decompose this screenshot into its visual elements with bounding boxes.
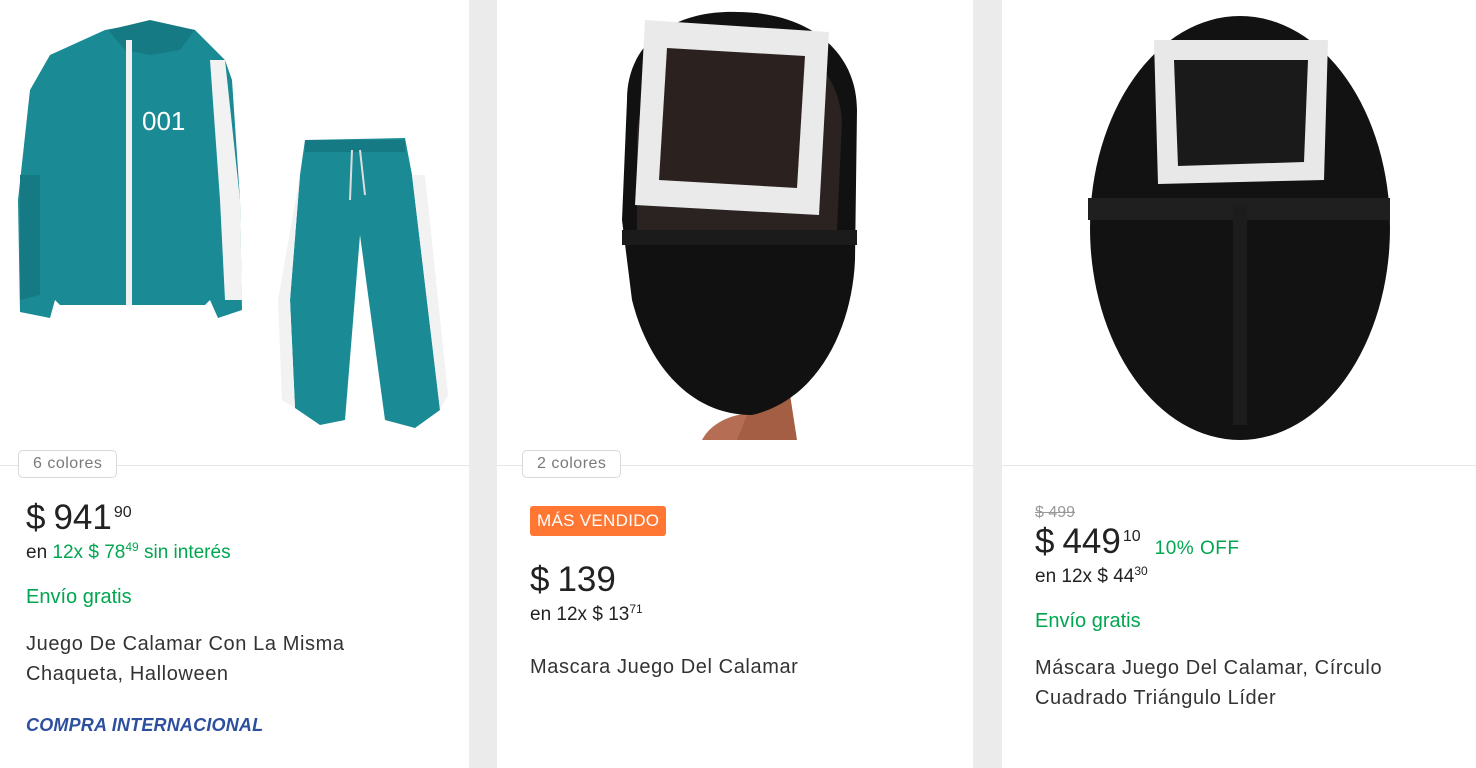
product-title-line-1[interactable]: Máscara Juego Del Calamar, Círculo [1035, 653, 1476, 683]
product-card-3[interactable]: $ 499 $ 449 10 10% OFF en 12x $ 4430 Env… [1002, 0, 1476, 768]
price: $ 449 10 10% OFF [1035, 522, 1476, 562]
product-title-line-1[interactable]: Juego De Calamar Con La Misma [26, 629, 469, 659]
installments-suffix: sin interés [143, 542, 231, 563]
price: $ 941 90 [26, 498, 469, 538]
colors-count-pill[interactable]: 6 colores [18, 450, 118, 478]
installments-prefix: en [1035, 566, 1057, 587]
price-integer: 449 [1062, 522, 1121, 561]
product-info: MÁS VENDIDO $ 139 en 12x $ 1371 Mascara … [497, 506, 973, 682]
price-currency: $ [530, 560, 550, 599]
installments-cents: 49 [125, 540, 139, 554]
product-title[interactable]: Juego De Calamar Con La Misma Chaqueta, … [26, 629, 469, 689]
product-title-line-2[interactable]: Cuadrado Triángulo Líder [1035, 683, 1476, 713]
product-image-leader-mask[interactable] [1002, 0, 1476, 465]
discount-label: 10% OFF [1154, 538, 1240, 559]
product-title[interactable]: Mascara Juego Del Calamar [530, 652, 973, 682]
installments: en 12x $ 1371 [530, 602, 973, 626]
installments: en 12x $ 4430 [1035, 564, 1476, 588]
best-seller-badge: MÁS VENDIDO [530, 506, 667, 536]
installments: en 12x $ 7849 sin interés [26, 540, 469, 564]
installments-cents: 71 [629, 602, 643, 616]
installments-prefix: en [26, 542, 48, 563]
installments-qty: 12x [52, 542, 84, 563]
installments-prefix: en [530, 604, 552, 625]
free-shipping: Envío gratis [1035, 610, 1141, 632]
product-card-1[interactable]: 001 6 colores $ 941 90 en 12x $ 7849 sin… [0, 0, 469, 768]
price: $ 139 [530, 560, 973, 600]
original-price: $ 499 [1035, 504, 1076, 521]
installments-integer: 78 [104, 542, 126, 563]
installments-integer: 44 [1113, 566, 1135, 587]
price-cents: 10 [1122, 528, 1141, 545]
price-currency: $ [1035, 522, 1055, 561]
product-info: $ 941 90 en 12x $ 7849 sin interés Envío… [0, 498, 469, 736]
jacket-number: 001 [142, 106, 185, 136]
price-integer: 941 [53, 498, 112, 537]
price-currency: $ [26, 498, 46, 537]
installments-currency: $ [1097, 566, 1108, 587]
product-card-2[interactable]: 2 colores MÁS VENDIDO $ 139 en 12x $ 137… [497, 0, 973, 768]
price-cents: 90 [113, 504, 132, 521]
product-title-line-1[interactable]: Mascara Juego Del Calamar [530, 652, 973, 682]
installments-cents: 30 [1134, 564, 1148, 578]
card-divider [1002, 465, 1476, 466]
installments-qty: 12x [556, 604, 588, 625]
colors-count-pill[interactable]: 2 colores [522, 450, 622, 478]
international-purchase-tag: COMPRA INTERNACIONAL [26, 715, 264, 735]
installments-integer: 13 [608, 604, 630, 625]
installments-currency: $ [592, 604, 603, 625]
installments-qty: 12x [1061, 566, 1093, 587]
installments-currency: $ [88, 542, 99, 563]
free-shipping: Envío gratis [26, 586, 132, 608]
product-info: $ 499 $ 449 10 10% OFF en 12x $ 4430 Env… [1002, 504, 1476, 713]
price-integer: 139 [557, 560, 616, 599]
product-title-line-2[interactable]: Chaqueta, Halloween [26, 659, 469, 689]
product-image-mask[interactable] [497, 0, 973, 465]
product-title[interactable]: Máscara Juego Del Calamar, Círculo Cuadr… [1035, 653, 1476, 713]
product-image-tracksuit[interactable]: 001 [0, 0, 469, 465]
